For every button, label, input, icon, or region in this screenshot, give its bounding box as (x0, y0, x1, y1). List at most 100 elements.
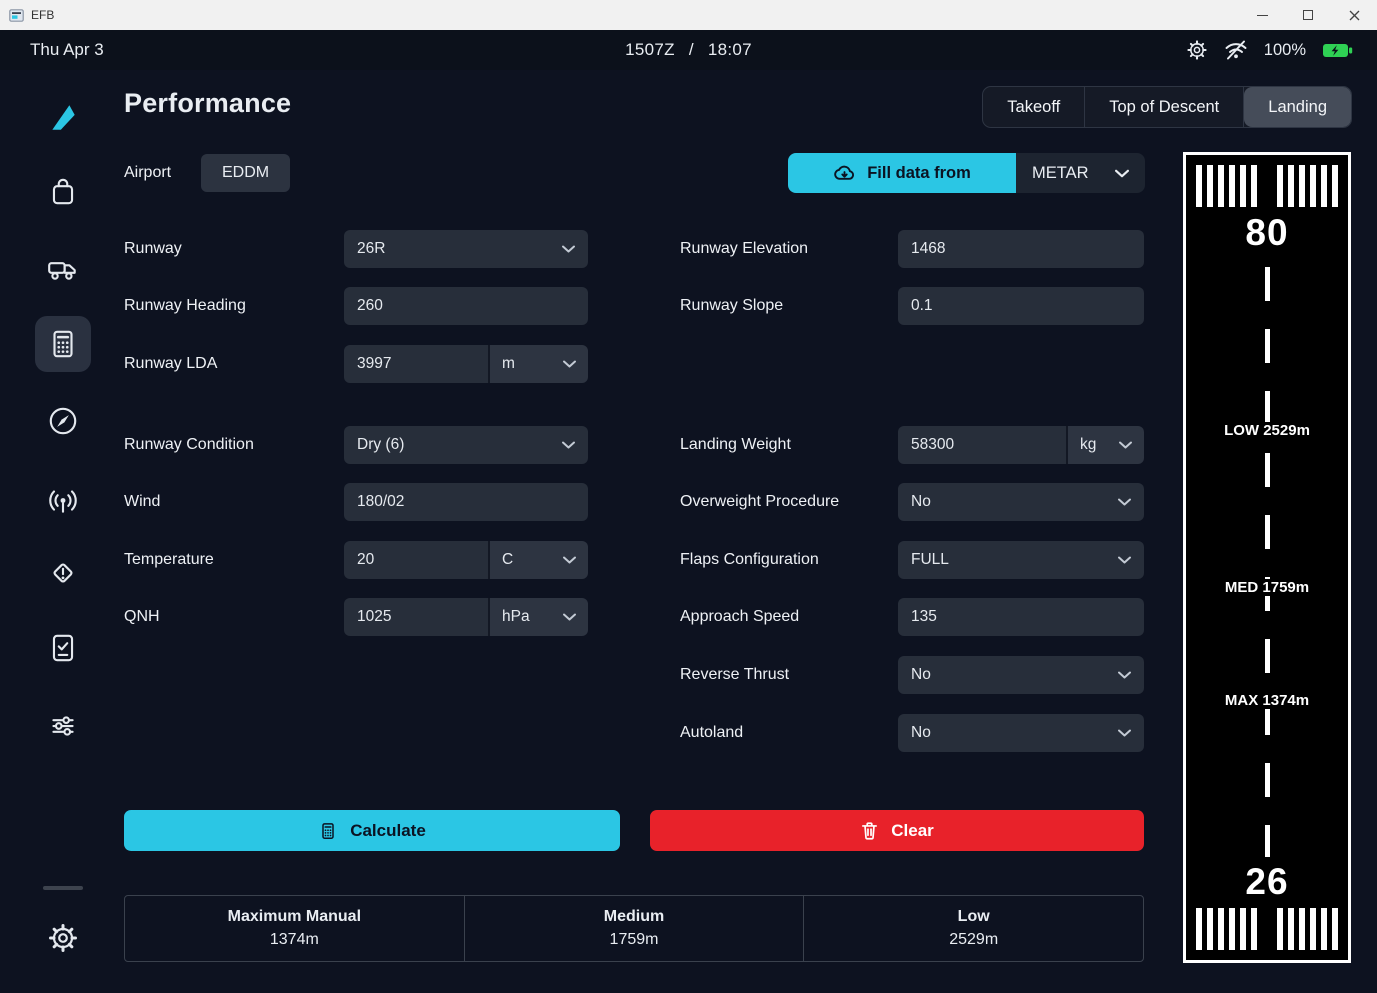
window-maximize-button[interactable] (1285, 0, 1331, 30)
runway-centerline (1265, 267, 1270, 857)
hazard-icon (46, 556, 80, 590)
sidebar-item-radio[interactable] (35, 472, 91, 528)
clear-button[interactable]: Clear (650, 810, 1144, 851)
overweight-procedure-value: No (911, 493, 931, 511)
calculate-button[interactable]: Calculate (124, 810, 620, 851)
overweight-procedure-select[interactable]: No (898, 483, 1144, 521)
runway-label: Runway (124, 230, 182, 268)
reverse-thrust-select[interactable]: No (898, 656, 1144, 694)
radio-antenna-icon (46, 483, 80, 517)
landing-weight-unit-select[interactable]: kg (1066, 426, 1144, 464)
sliders-icon (46, 709, 80, 743)
wind-input[interactable] (344, 483, 588, 521)
landing-weight-field: kg (898, 426, 1144, 464)
fill-source-select[interactable]: METAR (1016, 153, 1145, 193)
flaps-configuration-select[interactable]: FULL (898, 541, 1144, 579)
sidebar-item-navigation[interactable] (35, 393, 91, 449)
page-title: Performance (124, 88, 291, 119)
runway-elevation-label: Runway Elevation (680, 230, 808, 268)
temperature-label: Temperature (124, 541, 214, 579)
runway-marker-max: MAX 1374m (1186, 692, 1348, 709)
tab-top-of-descent[interactable]: Top of Descent (1085, 87, 1244, 127)
reverse-thrust-value: No (911, 666, 931, 684)
status-bar: Thu Apr 3 1507Z / 18:07 (0, 30, 1377, 70)
runway-number-far: 80 (1186, 212, 1348, 254)
runway-slope-label: Runway Slope (680, 287, 783, 325)
runway-threshold-stripes-near (1186, 908, 1348, 950)
tab-landing[interactable]: Landing (1244, 87, 1351, 127)
autoland-label: Autoland (680, 714, 743, 752)
sidebar-item-checklist[interactable] (35, 620, 91, 676)
airport-label: Airport (124, 154, 171, 192)
time-local: 18:07 (708, 40, 752, 60)
qnh-unit-value: hPa (502, 608, 530, 626)
result-value: 1374m (270, 931, 319, 949)
time-utc: 1507Z (625, 40, 675, 60)
clear-label: Clear (891, 821, 934, 841)
runway-lda-input[interactable] (344, 345, 488, 383)
runway-marker-low-label: LOW 2529m (1221, 422, 1313, 439)
settings-gear-icon[interactable] (1186, 39, 1208, 61)
runway-lda-field: m (344, 345, 588, 383)
temperature-input[interactable] (344, 541, 488, 579)
window-titlebar: EFB (0, 0, 1377, 30)
sidebar-item-clipboard[interactable] (35, 164, 91, 220)
runway-heading-label: Runway Heading (124, 287, 246, 325)
window-close-button[interactable] (1331, 0, 1377, 30)
results-table: Maximum Manual 1374m Medium 1759m Low 25… (124, 895, 1144, 962)
approach-speed-input[interactable] (898, 598, 1144, 636)
landing-weight-label: Landing Weight (680, 426, 791, 464)
sidebar-item-fuel[interactable] (35, 240, 91, 296)
runway-lda-unit-select[interactable]: m (488, 345, 588, 383)
runway-threshold-stripes-far (1186, 165, 1348, 207)
runway-marker-med: MED 1759m (1186, 579, 1348, 596)
chevron-down-icon (563, 360, 576, 368)
calculate-label: Calculate (350, 821, 426, 841)
result-label: Maximum Manual (228, 908, 361, 926)
temperature-unit-select[interactable]: C (488, 541, 588, 579)
runway-condition-select[interactable]: Dry (6) (344, 426, 588, 464)
runway-elevation-input[interactable] (898, 230, 1144, 268)
runway-visualization: 80 LOW 2529m MED 1759m MAX 1374m 26 (1183, 152, 1351, 963)
fill-data-from-button[interactable]: Fill data from (788, 153, 1016, 193)
battery-charging-icon (1322, 42, 1353, 59)
sidebar-item-settings-sliders[interactable] (35, 698, 91, 754)
battery-percent: 100% (1264, 41, 1306, 60)
sidebar-item-settings[interactable] (35, 910, 91, 966)
sidebar-item-hazards[interactable] (35, 545, 91, 601)
qnh-unit-select[interactable]: hPa (488, 598, 588, 636)
result-label: Low (958, 908, 990, 926)
chevron-down-icon (1119, 441, 1132, 449)
runway-lda-unit-value: m (502, 355, 515, 373)
fill-data-from-label: Fill data from (867, 164, 971, 183)
runway-marker-low: LOW 2529m (1186, 422, 1348, 439)
window-minimize-button[interactable] (1239, 0, 1285, 30)
window-title: EFB (31, 8, 54, 22)
runway-select-value: 26R (357, 240, 385, 258)
result-medium: Medium 1759m (465, 896, 805, 961)
approach-speed-label: Approach Speed (680, 598, 799, 636)
overweight-procedure-label: Overweight Procedure (680, 483, 839, 521)
airport-code-button[interactable]: EDDM (201, 154, 290, 192)
minimize-icon (1257, 15, 1268, 16)
runway-heading-input[interactable] (344, 287, 588, 325)
tab-takeoff[interactable]: Takeoff (983, 87, 1085, 127)
runway-marker-max-label: MAX 1374m (1222, 692, 1312, 709)
runway-slope-input[interactable] (898, 287, 1144, 325)
flaps-configuration-value: FULL (911, 551, 949, 569)
autoland-select[interactable]: No (898, 714, 1144, 752)
wifi-off-icon[interactable] (1224, 39, 1248, 61)
clipboard-icon (46, 175, 80, 209)
maximize-icon (1303, 10, 1313, 20)
qnh-label: QNH (124, 598, 160, 636)
runway-number-near: 26 (1186, 861, 1348, 903)
qnh-input[interactable] (344, 598, 488, 636)
landing-weight-input[interactable] (898, 426, 1066, 464)
status-clock: 1507Z / 18:07 (0, 30, 1377, 70)
sidebar-item-performance[interactable] (35, 316, 91, 372)
reverse-thrust-label: Reverse Thrust (680, 656, 789, 694)
fuel-truck-icon (46, 251, 80, 285)
runway-select[interactable]: 26R (344, 230, 588, 268)
runway-marker-med-label: MED 1759m (1222, 579, 1312, 596)
checklist-icon (46, 631, 80, 665)
